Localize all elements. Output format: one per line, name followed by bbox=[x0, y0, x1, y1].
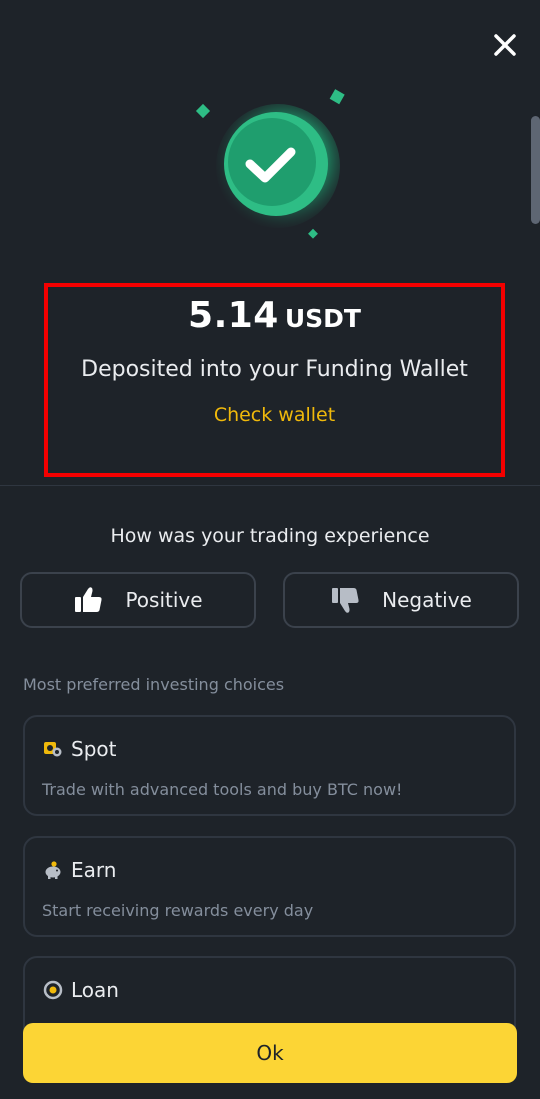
choice-title: Loan bbox=[71, 978, 119, 1002]
negative-label: Negative bbox=[382, 588, 472, 612]
ok-button[interactable]: Ok bbox=[23, 1023, 517, 1083]
positive-label: Positive bbox=[125, 588, 203, 612]
choice-title: Earn bbox=[71, 858, 117, 882]
feedback-question: How was your trading experience bbox=[110, 525, 430, 547]
amount-value: 5.14 bbox=[188, 295, 279, 336]
amount-currency: USDT bbox=[284, 304, 361, 333]
divider bbox=[0, 485, 540, 486]
deposit-summary: 5.14 USDT Deposited into your Funding Wal… bbox=[44, 283, 505, 477]
ok-label: Ok bbox=[256, 1041, 284, 1065]
success-illustration bbox=[190, 82, 350, 242]
loan-icon bbox=[43, 980, 63, 1000]
choice-description: Start receiving rewards every day bbox=[42, 901, 314, 920]
section-title: Most preferred investing choices bbox=[23, 675, 285, 694]
deposit-message: Deposited into your Funding Wallet bbox=[81, 357, 468, 382]
choice-card-spot[interactable]: Spot Trade with advanced tools and buy B… bbox=[23, 715, 516, 816]
negative-button[interactable]: Negative bbox=[283, 572, 519, 628]
scrollbar[interactable] bbox=[531, 116, 540, 224]
choice-title: Spot bbox=[71, 737, 117, 761]
choice-description: Trade with advanced tools and buy BTC no… bbox=[42, 780, 403, 799]
piggy-bank-icon bbox=[45, 861, 61, 879]
positive-button[interactable]: Positive bbox=[20, 572, 256, 628]
close-icon bbox=[494, 34, 516, 56]
choice-card-earn[interactable]: Earn Start receiving rewards every day bbox=[23, 836, 516, 937]
thumbs-up-icon bbox=[75, 587, 103, 612]
success-check-icon bbox=[195, 89, 345, 239]
deposit-amount: 5.14 USDT bbox=[48, 295, 501, 336]
check-wallet-link[interactable]: Check wallet bbox=[48, 404, 501, 426]
thumbs-down-icon bbox=[332, 588, 359, 613]
spot-icon bbox=[44, 742, 62, 757]
close-button[interactable] bbox=[490, 30, 520, 60]
